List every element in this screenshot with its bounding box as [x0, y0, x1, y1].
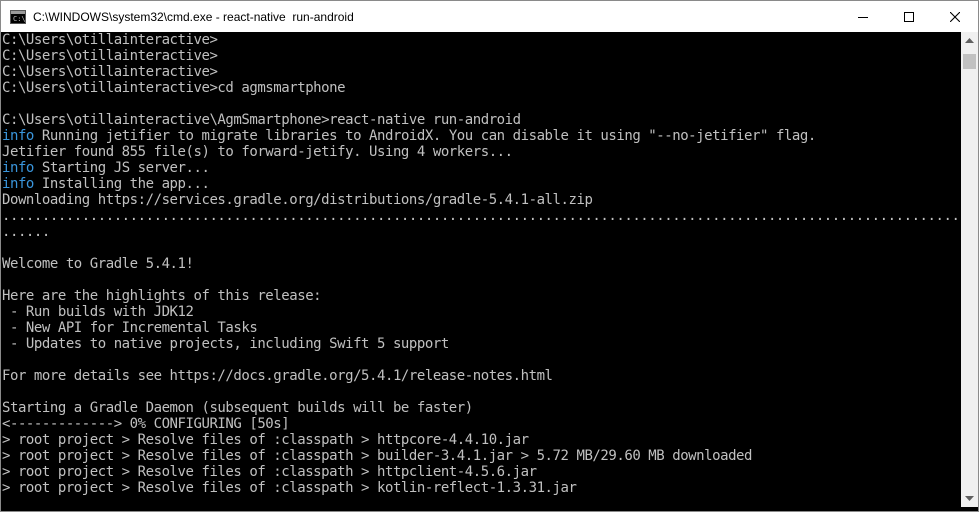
console-line: info Running jetifier to migrate librari…	[1, 128, 961, 144]
window-title: C:\WINDOWS\system32\cmd.exe - react-nati…	[33, 9, 354, 24]
scroll-up-arrow-icon	[965, 38, 974, 43]
console-line: C:\Users\otillainteractive\AgmSmartphone…	[1, 112, 961, 128]
console-line: Jetifier found 855 file(s) to forward-je…	[1, 144, 961, 160]
console-line-text: For more details see https://docs.gradle…	[2, 368, 553, 384]
console-line: C:\Users\otillainteractive>	[1, 64, 961, 80]
console-line: info Installing the app...	[1, 176, 961, 192]
console-output[interactable]: C:\Users\otillainteractive> C:\Users\otil…	[1, 32, 961, 507]
cmd-window: C:\ C:\WINDOWS\system32\cmd.exe - react-…	[0, 0, 979, 512]
cmd-icon[interactable]: C:\	[10, 9, 26, 24]
console-line-text: - New API for Incremental Tasks	[2, 320, 258, 336]
console-line: C:\Users\otillainteractive>cd agmsmartph…	[1, 80, 961, 96]
minimize-icon	[858, 16, 868, 18]
console-line-text: Starting a Gradle Daemon (subsequent bui…	[2, 400, 473, 416]
console-line: info Starting JS server...	[1, 160, 961, 176]
scroll-down-button[interactable]	[961, 490, 978, 507]
maximize-icon	[904, 11, 914, 22]
console-line-text: C:\Users\otillainteractive>cd agmsmartph…	[2, 80, 346, 96]
log-level-tag: info	[2, 160, 34, 176]
close-icon	[950, 11, 960, 22]
scroll-up-button[interactable]	[961, 32, 978, 49]
maximize-button[interactable]	[886, 1, 932, 32]
window-controls	[840, 1, 978, 32]
console-line-text: - Updates to native projects, including …	[2, 336, 449, 352]
console-line: Starting a Gradle Daemon (subsequent bui…	[1, 400, 961, 416]
minimize-button[interactable]	[840, 1, 886, 32]
console-line-text: Installing the app...	[33, 176, 210, 192]
console-line: - New API for Incremental Tasks	[1, 320, 961, 336]
console-line-text: Downloading https://services.gradle.org/…	[2, 192, 593, 208]
console-line: <-------------> 0% CONFIGURING [50s]	[1, 416, 961, 432]
console-line-text: ........................................…	[2, 208, 961, 224]
console-line: > root project > Resolve files of :class…	[1, 464, 961, 480]
console-line: ......	[1, 224, 961, 240]
console-line-text: ......	[2, 224, 50, 240]
scroll-down-arrow-icon	[965, 496, 974, 501]
console-line: > root project > Resolve files of :class…	[1, 480, 961, 496]
close-button[interactable]	[932, 1, 978, 32]
console-line-text: - Run builds with JDK12	[2, 304, 194, 320]
title-bar[interactable]: C:\ C:\WINDOWS\system32\cmd.exe - react-…	[1, 1, 978, 32]
console-line-text: C:\Users\otillainteractive>	[2, 64, 218, 80]
cmd-icon-text: C:\	[13, 14, 26, 23]
console-line-text: C:\Users\otillainteractive>	[2, 32, 218, 48]
console-line-text: C:\Users\otillainteractive>	[2, 48, 218, 64]
console-line: C:\Users\otillainteractive>	[1, 32, 961, 48]
console-line: Downloading https://services.gradle.org/…	[1, 192, 961, 208]
console-line-text: > root project > Resolve files of :class…	[2, 464, 537, 480]
console-line: Welcome to Gradle 5.4.1!	[1, 256, 961, 272]
console-line-text: Running jetifier to migrate libraries to…	[33, 128, 816, 144]
console-line-text: <-------------> 0% CONFIGURING [50s]	[2, 416, 290, 432]
console-line: Here are the highlights of this release:	[1, 288, 961, 304]
console-line-text: Here are the highlights of this release:	[2, 288, 322, 304]
console-line-text: > root project > Resolve files of :class…	[2, 448, 752, 464]
console-line-text: Starting JS server...	[33, 160, 210, 176]
scroll-thumb[interactable]	[963, 54, 976, 69]
console-line: C:\Users\otillainteractive>	[1, 48, 961, 64]
log-level-tag: info	[2, 128, 34, 144]
console-line-text: Welcome to Gradle 5.4.1!	[2, 256, 194, 272]
console-line: - Updates to native projects, including …	[1, 336, 961, 352]
console-line-text: Jetifier found 855 file(s) to forward-je…	[2, 144, 513, 160]
console-line: > root project > Resolve files of :class…	[1, 432, 961, 448]
console-line: - Run builds with JDK12	[1, 304, 961, 320]
console-line: > root project > Resolve files of :class…	[1, 448, 961, 464]
vertical-scrollbar[interactable]	[961, 32, 978, 507]
console-line: For more details see https://docs.gradle…	[1, 368, 961, 384]
console-line-text: C:\Users\otillainteractive\AgmSmartphone…	[2, 112, 521, 128]
console-line-text: > root project > Resolve files of :class…	[2, 432, 529, 448]
log-level-tag: info	[2, 176, 34, 192]
console-line: ........................................…	[1, 208, 961, 224]
console-line-text: > root project > Resolve files of :class…	[2, 480, 577, 496]
